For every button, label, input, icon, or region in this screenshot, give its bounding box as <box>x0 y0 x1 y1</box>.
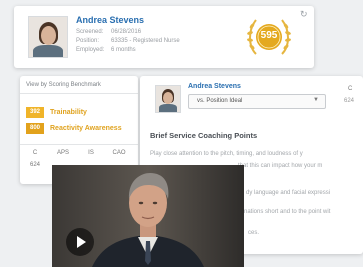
benchmark-select[interactable]: vs. Position Ideal ▼ <box>188 94 326 109</box>
column-c-value: 624 <box>29 162 40 168</box>
coaching-line-5: ces. <box>248 230 260 236</box>
coaching-title: Brief Service Coaching Points <box>150 131 258 140</box>
reactivity-score: 800 <box>26 123 44 134</box>
play-icon <box>77 236 86 248</box>
position-value: 63335 - Registered Nurse <box>111 38 180 44</box>
score-badge: 595 <box>244 12 294 62</box>
refresh-icon[interactable]: ↻ <box>300 9 308 20</box>
play-button[interactable] <box>66 228 94 256</box>
trainability-score: 392 <box>26 107 44 118</box>
coaching-line-4: nations short and to the point wit <box>244 209 331 215</box>
avatar <box>28 16 68 58</box>
employed-label: Employed: <box>76 47 105 53</box>
column-is: IS <box>88 150 94 156</box>
coaching-line-3: dy language and facial expressi <box>246 190 331 196</box>
side-column-label: C <box>348 86 353 92</box>
column-c: C <box>32 150 38 156</box>
benchmark-select-value: vs. Position Ideal <box>197 98 243 104</box>
profile-card: Andrea Stevens Screened: 06/28/2016 Posi… <box>14 6 314 68</box>
score-value: 595 <box>260 30 278 41</box>
position-label: Position: <box>76 38 100 44</box>
candidate-name: Andrea Stevens <box>76 15 145 25</box>
screened-value: 06/28/2016 <box>111 29 142 35</box>
coaching-avatar <box>155 85 181 113</box>
video-player[interactable] <box>52 165 244 267</box>
coaching-line-1: Play close attention to the pitch, timin… <box>150 151 303 157</box>
trainability-label: Trainability <box>50 109 87 116</box>
column-aps: APS <box>56 150 69 156</box>
column-cao: CAO <box>112 150 126 156</box>
coaching-line-2: that this can impact how your m <box>238 163 323 169</box>
scoring-header: View by Scoring Benchmark <box>26 82 101 88</box>
side-column-value: 624 <box>344 98 355 104</box>
chevron-down-icon: ▼ <box>313 97 319 103</box>
employed-value: 6 months <box>111 47 136 53</box>
coaching-name: Andrea Stevens <box>188 83 241 90</box>
screened-label: Screened: <box>76 29 104 35</box>
reactivity-label: Reactivity Awareness <box>50 125 122 132</box>
